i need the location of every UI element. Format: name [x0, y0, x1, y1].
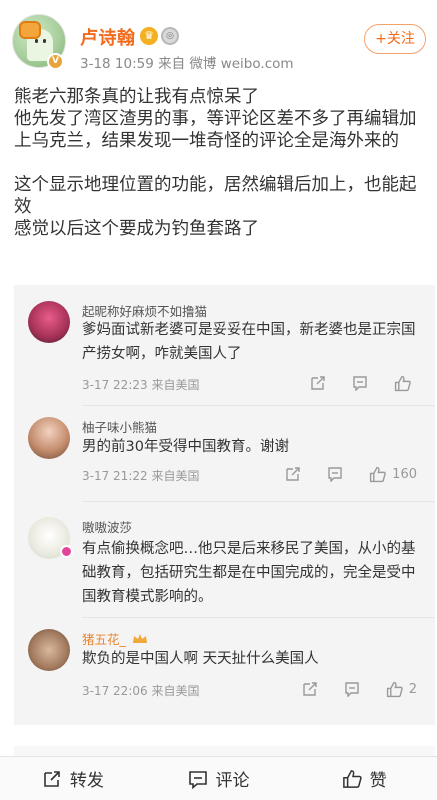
comment-repost-button[interactable] — [302, 681, 318, 697]
commenter-name-text: 猪五花_ — [82, 632, 126, 647]
comment-text: 男的前30年受得中国教育。谢谢 — [82, 439, 289, 455]
username[interactable]: 卢诗翰 — [80, 24, 136, 50]
comment-reply-button[interactable] — [352, 375, 368, 391]
thumbs-up-icon — [394, 375, 411, 391]
like-button[interactable]: 赞 — [291, 757, 437, 800]
king-crown-icon[interactable]: ♛ — [140, 27, 158, 45]
post-header: V 卢诗翰 ♛ ◎ 3-18 10:59 来自 微博 weibo.com +关注 — [0, 0, 437, 80]
verified-v-icon — [60, 545, 73, 558]
comment-text: 爹妈面试新老婆可是妥妥在中国，新老婆也是正宗国产捞女啊，咋就美国人了 — [82, 322, 416, 362]
comment-time: 3-17 22:23 来自美国 — [82, 378, 200, 392]
comment-repost-button[interactable] — [310, 375, 326, 391]
tiger-avatar-frame-icon — [19, 21, 41, 39]
bottom-action-bar: 转发 评论 赞 — [0, 756, 437, 800]
comment-text: 欺负的是中国人啊 天天扯什么美国人 — [82, 651, 319, 667]
comment-like-button[interactable] — [394, 375, 417, 392]
comment-divider — [82, 617, 435, 618]
silver-medal-icon[interactable]: ◎ — [161, 27, 179, 45]
commenter-name[interactable]: 嗷嗷波莎 — [82, 517, 132, 536]
comment-time: 3-17 21:22 来自美国 — [82, 469, 200, 483]
verified-v-icon: V — [47, 53, 64, 70]
commenter-avatar[interactable] — [28, 629, 70, 671]
like-label: 赞 — [369, 771, 387, 791]
commenter-avatar[interactable] — [28, 301, 70, 343]
thumbs-up-icon — [342, 769, 362, 788]
avatar-eye — [43, 39, 46, 43]
post-line: 他先发了湾区渣男的事，等评论区差不多了再编辑加上乌克兰，结果发现一堆奇怪的评论全… — [14, 109, 417, 151]
comment-reply-button[interactable] — [327, 466, 343, 482]
repost-icon — [44, 770, 60, 787]
follow-button[interactable]: +关注 — [364, 24, 426, 54]
share-icon — [303, 682, 317, 696]
thumbs-up-icon — [386, 681, 403, 697]
post-line: 熊老六那条真的让我有点惊呆了 — [14, 87, 259, 107]
comment-time: 3-17 22:06 来自美国 — [82, 684, 200, 698]
comment-actions: 160 — [259, 465, 417, 483]
like-count: 2 — [408, 681, 417, 697]
repost-button[interactable]: 转发 — [0, 757, 146, 800]
comment-like-button[interactable]: 160 — [369, 466, 417, 483]
thumbs-up-icon — [370, 466, 386, 482]
share-icon — [286, 467, 300, 481]
comment-reply-button[interactable] — [344, 681, 360, 697]
comment-icon — [328, 467, 342, 482]
comment-repost-button[interactable] — [285, 466, 301, 482]
post-meta: 3-18 10:59 来自 微博 weibo.com — [80, 56, 294, 72]
comment-text: 有点偷换概念吧…他只是后来移民了美国，从小的基础教育，包括研究生都是在中国完成的… — [82, 541, 416, 605]
post-line: 这个显示地理位置的功能，居然编辑后加上，也能起效 — [14, 175, 417, 217]
commenter-avatar[interactable] — [28, 417, 70, 459]
post-line: 感觉以后这个要成为钓鱼套路了 — [14, 219, 259, 239]
comment-divider — [82, 501, 435, 502]
comment-button[interactable]: 评论 — [146, 757, 292, 800]
embedded-comments-image[interactable]: 起昵称好麻烦不如撸猫 爹妈面试新老婆可是妥妥在中国，新老婆也是正宗国产捞女啊，咋… — [14, 285, 435, 725]
like-count: 160 — [392, 466, 417, 482]
commenter-name[interactable]: 猪五花_ — [82, 629, 148, 648]
comment-actions — [284, 374, 417, 392]
comment-label: 评论 — [215, 771, 250, 791]
avatar-eye — [35, 39, 38, 43]
repost-label: 转发 — [69, 771, 104, 791]
comment-icon — [345, 682, 359, 697]
crown-badge-icon — [132, 634, 147, 643]
comment-icon — [353, 376, 367, 391]
comment-like-button[interactable]: 2 — [386, 681, 417, 698]
comment-icon — [188, 770, 207, 789]
post-body: 熊老六那条真的让我有点惊呆了 他先发了湾区渣男的事，等评论区差不多了再编辑加上乌… — [14, 86, 429, 240]
comment-divider — [82, 405, 435, 406]
comment-actions: 2 — [276, 680, 417, 698]
share-icon — [311, 376, 325, 390]
commenter-name[interactable]: 柚子味小熊猫 — [82, 417, 157, 436]
